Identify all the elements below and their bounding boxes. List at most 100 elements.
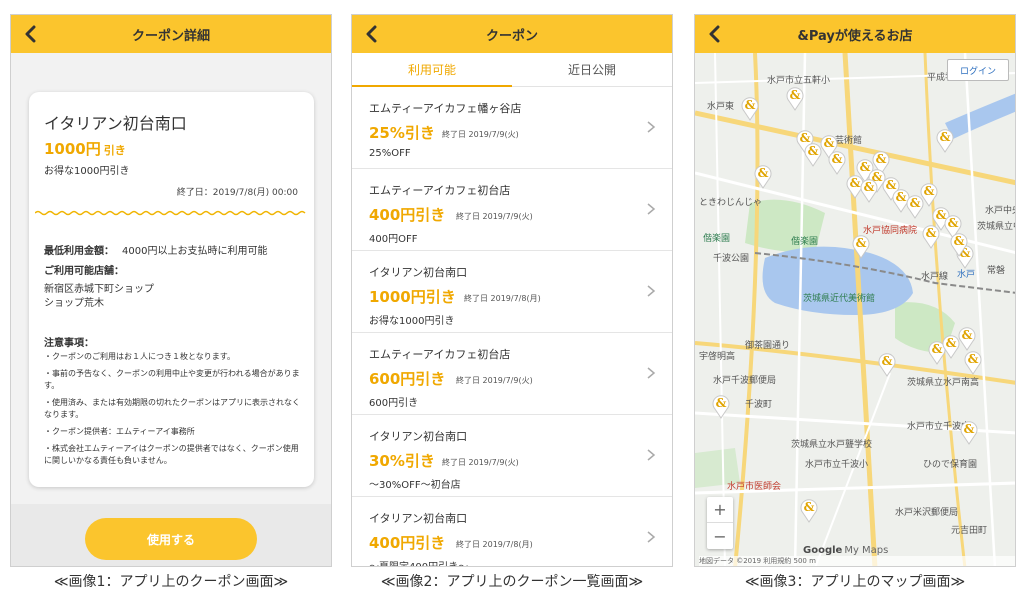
page-title: クーポン (485, 28, 538, 44)
note-item: ・株式会社エムティーアイはクーポンの提供者ではなく、クーポン使用に関しいかなる責… (44, 444, 299, 465)
chevron-left-icon (366, 25, 377, 43)
coupon-list-item[interactable]: イタリアン初台南口 1000円引き 終了日 2019/7/8(月) お得な100… (352, 251, 672, 333)
item-discount: 25%引き (369, 124, 435, 142)
ampersand-pin-icon[interactable]: & (935, 127, 955, 153)
ampersand-pin-icon[interactable]: & (827, 149, 847, 175)
item-shop: エムティーアイカフェ初台店 (369, 184, 511, 197)
coupon-list-item[interactable]: エムティーアイカフェ初台店 400円引き 終了日 2019/7/9(火) 400… (352, 169, 672, 251)
ampersand-pin-icon[interactable]: & (799, 497, 819, 523)
item-discount: 400円引き (369, 534, 446, 552)
svg-text:&: & (808, 144, 819, 158)
map-label: 元吉田町 (951, 526, 988, 536)
back-button[interactable] (17, 21, 43, 47)
discount-amount: 1000円 (44, 140, 101, 158)
svg-text:&: & (964, 422, 975, 436)
map-label: 偕楽園 (703, 234, 731, 244)
coupon-card: イタリアン初台南口 1000円 引き お得な1000円引き 終了日：2019/7/… (29, 92, 314, 487)
coupon-list-screen: クーポン 利用可能 近日公開 エムティーアイカフェ幡ヶ谷店 25%引き 終了日 … (351, 14, 673, 567)
ampersand-pin-icon[interactable]: & (919, 181, 939, 207)
chevron-right-icon (647, 367, 656, 379)
ampersand-pin-icon[interactable]: & (785, 85, 805, 111)
svg-text:&: & (804, 500, 815, 514)
ampersand-pin-icon[interactable]: & (740, 95, 760, 121)
coupon-list-item[interactable]: イタリアン初台南口 30%引き 終了日 2019/7/9(火) 〜30%OFF〜… (352, 415, 672, 497)
map-attribution: 地図データ ©2019 利用規約 500 m (699, 556, 1015, 566)
map-label: ときわじんじゃ (699, 198, 763, 208)
map-label: 水戸中央 (985, 206, 1015, 216)
svg-text:&: & (856, 236, 867, 250)
chevron-right-icon (647, 449, 656, 461)
item-note: 〜夏限定400円引き〜 (369, 558, 468, 566)
map-view[interactable]: 水戸市立五軒小 水戸東 芸術館 平成学 ときわじんじゃ 偕楽園 偕楽園 千波公園… (695, 53, 1015, 566)
my-maps-label: My Maps (844, 545, 889, 556)
svg-text:&: & (832, 152, 843, 166)
chevron-right-icon (647, 285, 656, 297)
coupon-end-date: 終了日：2019/7/8(月) 00:00 (176, 188, 298, 198)
svg-text:&: & (926, 226, 937, 240)
svg-text:&: & (716, 396, 727, 410)
tab-bar: 利用可能 近日公開 (352, 53, 672, 87)
discount-suffix: 引き (103, 144, 126, 157)
map-label: 茨城県立水戸聾学校 (791, 440, 873, 450)
map-label: 芸術館 (835, 136, 863, 146)
ampersand-pin-icon[interactable]: & (963, 349, 983, 375)
login-button[interactable]: ログイン (947, 59, 1009, 81)
ampersand-pin-icon[interactable]: & (711, 393, 731, 419)
svg-text:&: & (954, 234, 965, 248)
page-title: &Payが使えるお店 (797, 28, 913, 44)
coupon-list-item[interactable]: エムティーアイカフェ幡ヶ谷店 25%引き 終了日 2019/7/9(火) 25%… (352, 87, 672, 169)
ampersand-pin-icon[interactable]: & (921, 223, 941, 249)
ampersand-pin-icon[interactable]: & (877, 351, 897, 377)
ampersand-pin-icon[interactable]: & (859, 177, 879, 203)
tab-coming-soon[interactable]: 近日公開 (512, 53, 672, 86)
caption-screen1: ≪画像1：アプリ上のクーポン画面≫ (53, 574, 289, 590)
ampersand-pin-icon[interactable]: & (753, 163, 773, 189)
map-label: 常磐 (987, 266, 1006, 276)
zoom-out-button[interactable]: − (707, 523, 733, 549)
item-note: 600円引き (369, 398, 419, 409)
notes-label: 注意事項： (44, 338, 94, 349)
zoom-in-button[interactable]: + (707, 497, 733, 523)
coupon-list: エムティーアイカフェ幡ヶ谷店 25%引き 終了日 2019/7/9(火) 25%… (352, 87, 672, 566)
caption-screen2: ≪画像2：アプリ上のクーポン一覧画面≫ (380, 574, 644, 590)
item-end-date: 終了日 2019/7/9(火) (456, 376, 533, 385)
map-label: 御茶園通り (745, 341, 791, 351)
map-label: 千波町 (745, 400, 773, 410)
item-end-date: 終了日 2019/7/9(火) (442, 458, 519, 467)
use-coupon-button[interactable]: 使用する (85, 518, 257, 560)
store-map-screen: &Payが使えるお店 水戸市立五軒小 水戸東 芸術館 平成学 ときわじんじゃ 偕… (694, 14, 1016, 567)
ampersand-pin-icon[interactable]: & (949, 231, 969, 257)
map-label: 偕楽園 (791, 237, 819, 247)
stores-label: ご利用可能店舗： (44, 266, 124, 277)
min-amount-label: 最低利用金額： (44, 246, 114, 257)
map-label: 宇啓明高 (699, 352, 736, 362)
chevron-left-icon (25, 25, 36, 43)
map-label: 水戸千波郵便局 (713, 376, 777, 386)
coupon-list-item[interactable]: エムティーアイカフェ初台店 600円引き 終了日 2019/7/9(火) 600… (352, 333, 672, 415)
zoom-control: + − (707, 497, 733, 549)
map-label: 水戸協同病院 (863, 226, 918, 236)
map-label: 茨城県立中 (977, 222, 1015, 232)
ampersand-pin-icon[interactable]: & (851, 233, 871, 259)
item-shop: イタリアン初台南口 (369, 512, 468, 525)
map-label: 水戸東 (707, 102, 735, 112)
svg-text:&: & (924, 184, 935, 198)
svg-text:&: & (882, 354, 893, 368)
item-shop: エムティーアイカフェ幡ヶ谷店 (369, 102, 522, 115)
caption-screen3: ≪画像3：アプリ上のマップ画面≫ (744, 574, 966, 590)
back-button[interactable] (358, 21, 384, 47)
coupon-list-item[interactable]: イタリアン初台南口 400円引き 終了日 2019/7/8(月) 〜夏限定400… (352, 497, 672, 566)
note-item: ・クーポン提供者：エムティーアイ事務所 (44, 427, 195, 436)
ampersand-pin-icon[interactable]: & (959, 419, 979, 445)
tab-available[interactable]: 利用可能 (352, 53, 512, 87)
item-end-date: 終了日 2019/7/8(月) (464, 294, 541, 303)
ampersand-pin-icon[interactable]: & (957, 325, 977, 351)
item-shop: イタリアン初台南口 (369, 430, 468, 443)
svg-text:&: & (745, 98, 756, 112)
svg-text:&: & (962, 328, 973, 342)
chevron-right-icon (647, 531, 656, 543)
back-button[interactable] (701, 21, 727, 47)
item-note: お得な1000円引き (369, 316, 455, 327)
page-title: クーポン詳細 (131, 28, 210, 44)
item-discount: 1000円引き (369, 288, 456, 306)
